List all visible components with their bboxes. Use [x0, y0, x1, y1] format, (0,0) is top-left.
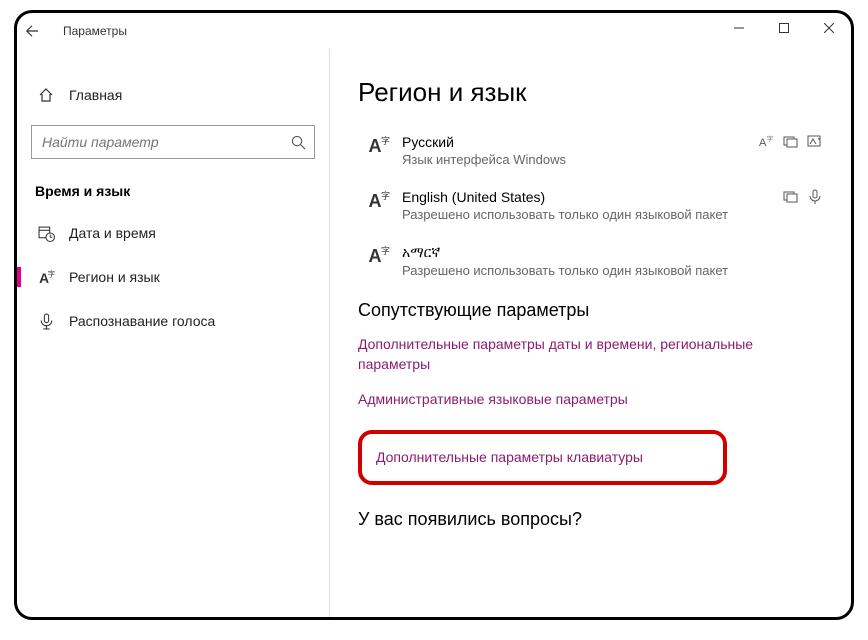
- language-subtitle: Разрешено использовать только один языко…: [402, 207, 783, 222]
- handwriting-icon: [807, 134, 823, 150]
- close-button[interactable]: [806, 13, 851, 43]
- sidebar-item-label: Дата и время: [69, 225, 156, 241]
- link-date-region-settings[interactable]: Дополнительные параметры даты и времени,…: [358, 335, 823, 374]
- sidebar: Главная Время и язык Дата и время A字 Ре: [17, 49, 330, 617]
- page-title: Регион и язык: [358, 77, 823, 108]
- sidebar-group-title: Время и язык: [17, 177, 329, 211]
- search-icon: [291, 135, 306, 150]
- sidebar-home-label: Главная: [69, 87, 122, 103]
- back-button[interactable]: [25, 24, 53, 38]
- language-glyph-icon: A字: [358, 244, 392, 267]
- calendar-clock-icon: [35, 225, 57, 242]
- sidebar-item-label: Регион и язык: [69, 269, 160, 285]
- sidebar-home[interactable]: Главная: [17, 79, 329, 111]
- search-input[interactable]: [42, 134, 291, 150]
- language-item[interactable]: A字 English (United States) Разрешено исп…: [358, 189, 823, 222]
- microphone-icon: [35, 313, 57, 330]
- language-glyph-icon: A字: [358, 134, 392, 157]
- titlebar: Параметры: [17, 13, 851, 49]
- language-name: English (United States): [402, 189, 783, 205]
- svg-text:字: 字: [47, 269, 54, 278]
- language-item[interactable]: A字 አማርኛ Разрешено использовать только од…: [358, 244, 823, 278]
- sidebar-item-region-language[interactable]: A字 Регион и язык: [17, 255, 329, 299]
- related-parameters-title: Сопутствующие параметры: [358, 300, 823, 321]
- language-name: አማርኛ: [402, 244, 823, 261]
- sidebar-item-date-time[interactable]: Дата и время: [17, 211, 329, 255]
- display-icon: [783, 134, 799, 150]
- maximize-button[interactable]: [761, 13, 806, 43]
- home-icon: [35, 87, 57, 103]
- window-title: Параметры: [63, 24, 127, 38]
- language-glyph-icon: A字: [358, 189, 392, 212]
- speech-icon: [807, 189, 823, 205]
- text-to-speech-icon: A字: [759, 134, 775, 150]
- minimize-button[interactable]: [716, 13, 761, 43]
- sidebar-item-speech[interactable]: Распознавание голоса: [17, 299, 329, 343]
- main-panel: Регион и язык A字 Русский Язык интерфейса…: [330, 49, 851, 617]
- link-admin-language-settings[interactable]: Административные языковые параметры: [358, 390, 823, 410]
- sidebar-item-label: Распознавание голоса: [69, 313, 215, 329]
- language-subtitle: Язык интерфейса Windows: [402, 152, 759, 167]
- svg-text:A: A: [759, 137, 767, 149]
- language-a-icon: A字: [35, 269, 57, 286]
- language-name: Русский: [402, 134, 759, 150]
- display-icon: [783, 189, 799, 205]
- link-keyboard-settings[interactable]: Дополнительные параметры клавиатуры: [358, 430, 727, 486]
- svg-text:字: 字: [767, 135, 773, 143]
- language-item[interactable]: A字 Русский Язык интерфейса Windows A字: [358, 134, 823, 167]
- search-box[interactable]: [31, 125, 315, 159]
- language-subtitle: Разрешено использовать только один языко…: [402, 263, 823, 278]
- questions-title: У вас появились вопросы?: [358, 509, 823, 530]
